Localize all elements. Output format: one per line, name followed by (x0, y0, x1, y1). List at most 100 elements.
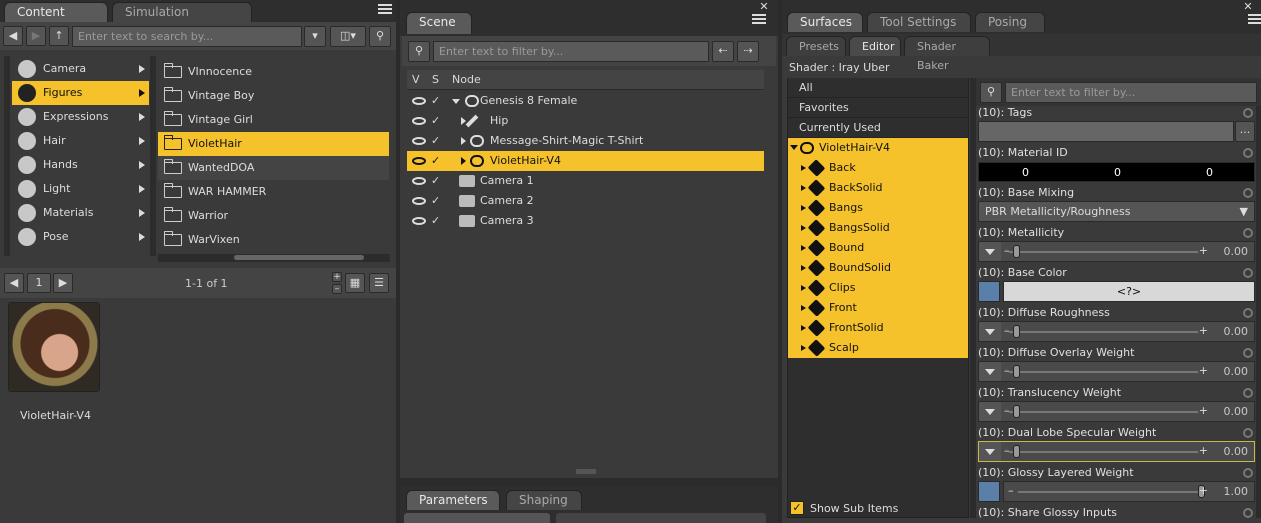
surface-item[interactable]: Scalp (788, 338, 968, 358)
folder-item[interactable]: Warrior (158, 204, 389, 228)
grid-view-icon[interactable]: ▦ (345, 273, 365, 293)
page-number[interactable]: 1 (27, 273, 51, 293)
column-node[interactable]: Node (452, 73, 481, 86)
scene-node-row[interactable]: ✓ Camera 1 (407, 171, 764, 191)
back-arrow-icon[interactable]: ◀ (3, 26, 23, 46)
select-cursor-icon[interactable]: ✓ (431, 91, 440, 111)
visibility-eye-icon[interactable] (412, 177, 426, 185)
close-icon[interactable]: ✕ (758, 1, 770, 14)
page-prev-icon[interactable]: ◀ (4, 273, 24, 293)
metallicity-slider[interactable]: – +0.00 (978, 241, 1255, 262)
category-item[interactable]: Materials (12, 201, 149, 225)
filter-prev-icon[interactable]: ⇠ (712, 41, 734, 62)
tab-shaping[interactable]: Shaping (506, 490, 582, 510)
select-cursor-icon[interactable]: ✓ (431, 111, 440, 131)
folder-item[interactable]: VioletHair (158, 132, 389, 156)
scene-node-row[interactable]: ✓ Camera 3 (407, 211, 764, 231)
zoom-plus-icon[interactable]: + (332, 272, 342, 282)
diffuse-roughness-slider[interactable]: – +0.00 (978, 321, 1255, 342)
visibility-eye-icon[interactable] (412, 217, 426, 225)
expand-icon[interactable] (461, 137, 466, 145)
filter-next-icon[interactable]: ⇢ (737, 41, 759, 62)
select-cursor-icon[interactable]: ✓ (431, 171, 440, 191)
expand-icon[interactable] (801, 305, 806, 311)
scene-filter-input[interactable]: Enter text to filter by... (433, 41, 709, 62)
up-folder-icon[interactable]: ↑ (49, 26, 69, 46)
visibility-eye-icon[interactable] (412, 157, 426, 165)
gear-icon[interactable] (1243, 508, 1253, 518)
scene-resize-handle[interactable] (576, 469, 596, 474)
visibility-eye-icon[interactable] (412, 97, 426, 105)
surfaces-splitter[interactable] (970, 78, 976, 518)
subtab-editor[interactable]: Editor (849, 36, 901, 56)
visibility-eye-icon[interactable] (412, 117, 426, 125)
surface-group-item[interactable]: Currently Used (788, 118, 968, 138)
expand-icon[interactable] (801, 265, 806, 271)
folder-item[interactable]: VInnocence (158, 60, 389, 84)
tab-surfaces[interactable]: Surfaces (787, 12, 863, 32)
folder-item[interactable]: WAR HAMMER (158, 180, 389, 204)
gear-icon[interactable] (1243, 468, 1253, 478)
tab-scene[interactable]: Scene (406, 12, 472, 34)
tab-simulation-settings[interactable]: Simulation Settings (112, 2, 252, 38)
select-cursor-icon[interactable]: ✓ (431, 131, 440, 151)
property-filter-input[interactable]: Enter text to filter by... (1005, 82, 1257, 103)
property-scrollbar[interactable] (1256, 106, 1261, 518)
expand-icon[interactable] (801, 165, 806, 171)
surface-group-item[interactable]: All (788, 78, 968, 98)
tab-content-library[interactable]: Content Library (4, 2, 108, 38)
expand-icon[interactable] (801, 185, 806, 191)
category-item[interactable]: Expressions (12, 105, 149, 129)
folder-scrollbar[interactable] (150, 56, 156, 256)
panel-menu-icon[interactable] (378, 4, 392, 16)
subtab-presets[interactable]: Presets (786, 36, 846, 56)
expand-icon[interactable] (461, 157, 466, 165)
forward-arrow-icon[interactable]: ▶ (26, 26, 46, 46)
tab-parameters[interactable]: Parameters (406, 490, 500, 510)
glossy-layered-swatch[interactable] (978, 481, 1000, 502)
gear-icon[interactable] (1243, 188, 1253, 198)
column-s[interactable]: S (432, 73, 439, 86)
category-item[interactable]: Figures (12, 81, 149, 105)
surface-item[interactable]: Bangs (788, 198, 968, 218)
select-cursor-icon[interactable]: ✓ (431, 151, 440, 171)
folder-item[interactable]: WarVixen (158, 228, 389, 252)
expand-icon[interactable] (801, 245, 806, 251)
select-cursor-icon[interactable]: ✓ (431, 191, 440, 211)
search-dropdown-icon[interactable]: ▾ (304, 26, 326, 47)
scene-node-row[interactable]: ✓ Hip (407, 111, 764, 131)
surface-item[interactable]: FrontSolid (788, 318, 968, 338)
filter-search-icon[interactable]: ⚲ (408, 41, 430, 62)
tab-posing[interactable]: Posing (975, 12, 1045, 32)
visibility-eye-icon[interactable] (412, 137, 426, 145)
gear-icon[interactable] (1243, 308, 1253, 318)
scene-node-row[interactable]: ✓ Genesis 8 Female (407, 91, 764, 111)
database-icon[interactable]: ◫▾ (330, 26, 366, 47)
tags-browse-button[interactable]: ... (1235, 121, 1255, 142)
folder-hscrollbar[interactable] (158, 254, 390, 262)
close-icon[interactable]: ✕ (1242, 1, 1254, 14)
gear-icon[interactable] (1243, 388, 1253, 398)
category-scrollbar[interactable] (4, 56, 10, 256)
base-color-swatch[interactable] (978, 281, 1000, 302)
surface-item[interactable]: BackSolid (788, 178, 968, 198)
expand-icon[interactable] (801, 285, 806, 291)
subtab-shader-baker[interactable]: Shader Baker (904, 36, 990, 72)
expand-icon[interactable] (801, 225, 806, 231)
dual-lobe-specular-weight-slider[interactable]: – +0.00 (978, 441, 1255, 462)
expand-icon[interactable] (801, 325, 806, 331)
glossy-layered-weight-slider[interactable]: – +1.00 (1003, 481, 1255, 502)
category-item[interactable]: Camera (12, 57, 149, 81)
gear-icon[interactable] (1243, 268, 1253, 278)
surface-item[interactable]: BoundSolid (788, 258, 968, 278)
tags-field[interactable] (978, 121, 1234, 142)
category-item[interactable]: Light (12, 177, 149, 201)
base-mixing-select[interactable]: PBR Metallicity/Roughness ▼ (978, 201, 1255, 222)
show-sub-items-checkbox[interactable]: ✓ (790, 501, 804, 515)
panel-menu-icon[interactable] (1248, 14, 1261, 26)
surface-item[interactable]: BangsSolid (788, 218, 968, 238)
expand-icon[interactable] (801, 345, 806, 351)
folder-item[interactable]: WantedDOA (158, 156, 389, 180)
gear-icon[interactable] (1243, 428, 1253, 438)
category-item[interactable]: Pose (12, 225, 149, 249)
